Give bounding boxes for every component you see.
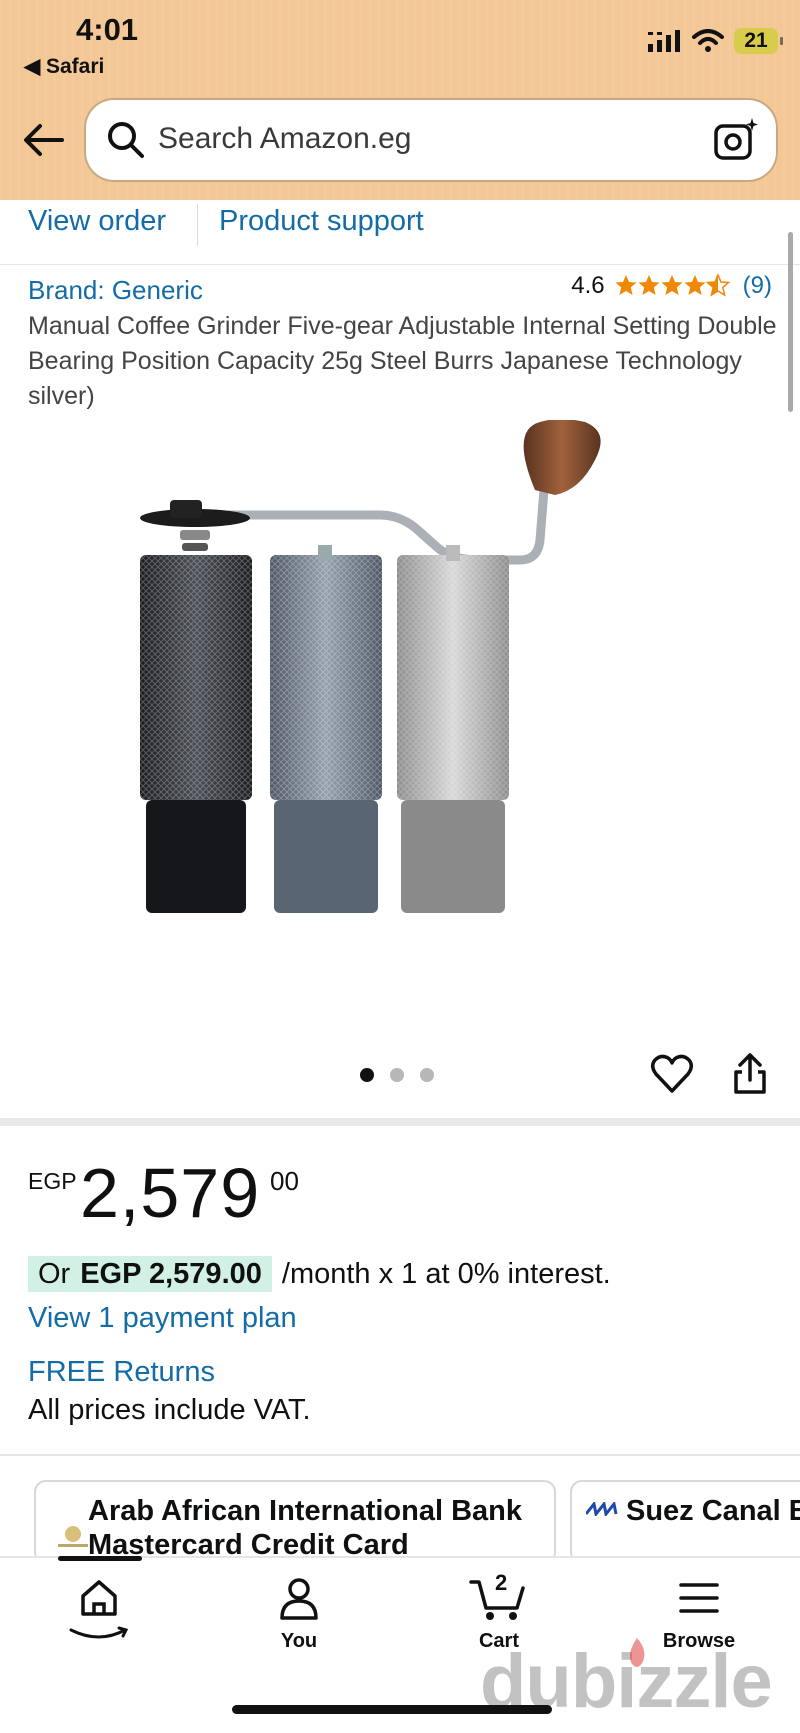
installment-amount: EGP 2,579.00 — [80, 1257, 262, 1290]
bank-offer-card[interactable]: Arab African International Bank Masterca… — [34, 1480, 556, 1564]
section-divider — [0, 1118, 800, 1126]
carousel-dot-2[interactable] — [390, 1068, 404, 1082]
tab-divider — [197, 204, 198, 246]
installment-highlight: Or EGP 2,579.00 — [28, 1256, 272, 1292]
wifi-icon — [692, 29, 724, 52]
nav-home[interactable] — [24, 1574, 174, 1642]
bank-offer-card[interactable]: Suez Canal B — [570, 1480, 800, 1564]
amazon-smile-icon — [69, 1626, 129, 1639]
vat-note: All prices include VAT. — [28, 1394, 311, 1426]
cart-count: 2 — [495, 1570, 508, 1595]
hamburger-menu-icon — [679, 1583, 719, 1613]
rating-stars-icon — [615, 274, 729, 296]
installment-offer: Or EGP 2,579.00 /month x 1 at 0% interes… — [28, 1256, 611, 1292]
search-input[interactable]: Search Amazon.eg — [86, 100, 776, 180]
product-image[interactable] — [140, 420, 660, 1000]
free-returns-link[interactable]: FREE Returns — [28, 1356, 215, 1389]
home-indicator[interactable] — [232, 1705, 552, 1714]
active-tab-indicator — [58, 1556, 142, 1561]
share-icon[interactable] — [730, 1052, 770, 1096]
nav-you-label: You — [280, 1630, 318, 1652]
home-icon — [81, 1580, 117, 1616]
status-icons: 21 — [648, 28, 783, 54]
price-whole: 2,579 — [80, 1154, 261, 1232]
product-support-link[interactable]: Product support — [219, 205, 424, 238]
bank-offer-title: Suez Canal B — [626, 1495, 800, 1527]
back-arrow-icon[interactable] — [22, 118, 66, 162]
bank-logo-icon — [586, 1502, 618, 1516]
brand-link[interactable]: Brand: Generic — [28, 275, 203, 306]
heart-icon[interactable] — [650, 1052, 694, 1096]
image-carousel-dots[interactable] — [360, 1068, 434, 1082]
bank-logo-icon — [58, 1526, 88, 1547]
camera-search-icon[interactable] — [712, 116, 760, 164]
user-icon — [280, 1578, 318, 1620]
rating-summary[interactable]: 4.6 (9) — [571, 272, 772, 300]
price-fraction: 00 — [270, 1166, 299, 1196]
battery-indicator: 21 — [734, 28, 783, 54]
rating-value: 4.6 — [571, 272, 605, 299]
installment-terms: /month x 1 at 0% interest. — [281, 1257, 611, 1290]
product-title: Manual Coffee Grinder Five-gear Adjustab… — [28, 312, 777, 410]
bank-offer-title: Arab African International Bank Masterca… — [88, 1495, 523, 1561]
installment-prefix: Or — [38, 1257, 71, 1290]
section-divider — [0, 1454, 800, 1456]
rating-count: (9) — [742, 272, 772, 299]
back-to-safari-link[interactable]: ◀ Safari — [24, 54, 104, 79]
search-icon — [108, 122, 144, 158]
nav-you[interactable]: You — [224, 1574, 374, 1653]
search-placeholder: Search Amazon.eg — [158, 122, 412, 155]
status-time: 4:01 — [76, 12, 139, 47]
cellular-signal-icon — [648, 30, 680, 52]
carousel-dot-1[interactable] — [360, 1068, 374, 1082]
scrollbar[interactable] — [788, 232, 793, 412]
view-payment-plan-link[interactable]: View 1 payment plan — [28, 1302, 297, 1335]
dubizzle-flame-logo-icon — [629, 1638, 645, 1667]
view-order-link[interactable]: View order — [28, 205, 166, 238]
carousel-dot-3[interactable] — [420, 1068, 434, 1082]
price-currency: EGP — [28, 1168, 77, 1194]
